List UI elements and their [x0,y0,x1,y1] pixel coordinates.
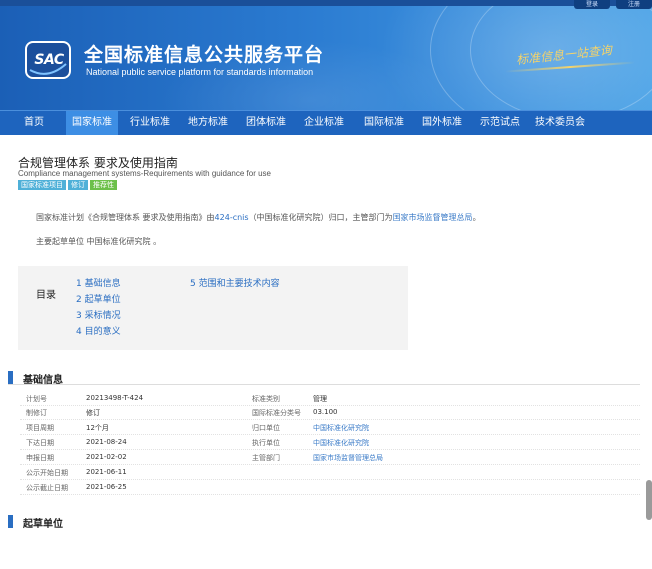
header-banner: 登录 注册 SAC 全国标准信息公共服务平台 National public s… [0,0,652,110]
info-label: 制修订 [26,409,47,417]
desc-text: （中国标准化研究院）归口，主管部门为 [248,213,393,222]
site-title: 全国标准信息公共服务平台 [84,44,325,66]
info-value: 管理 [313,395,327,403]
info-value: 2021-08-24 [86,438,127,446]
tag-national-project: 国家标准项目 [18,180,66,190]
tc-unit-link[interactable]: 中国标准化研究院 [313,423,369,433]
info-row: 项目周期 12个月 归口单位 中国标准化研究院 [20,421,640,435]
info-label: 归口单位 [252,424,280,432]
login-button[interactable]: 登录 [574,0,610,9]
nav-industry-standards[interactable]: 行业标准 [124,111,176,135]
toc-item-drafting-units[interactable]: 2 起草单位 [76,292,121,305]
scrollbar-thumb[interactable] [646,480,652,520]
toc-item-basic-info[interactable]: 1 基础信息 [76,276,121,289]
nav-international-standards[interactable]: 国际标准 [356,111,412,135]
info-value: 12个月 [86,424,109,432]
toc-item-adoption[interactable]: 3 采标情况 [76,308,121,321]
tag-revision: 修订 [68,180,88,190]
department-link[interactable]: 国家市场监督管理总局 [313,453,383,463]
info-label: 主管部门 [252,454,280,462]
toc-label: 目录 [36,290,56,301]
tc-link[interactable]: 424-cnis [215,213,249,222]
site-subtitle: National public service platform for sta… [86,67,314,77]
nav-local-standards[interactable]: 地方标准 [182,111,234,135]
info-label: 申报日期 [26,454,54,462]
info-label: 执行单位 [252,439,280,447]
main-nav: 首页 国家标准 行业标准 地方标准 团体标准 企业标准 国际标准 国外标准 示范… [0,110,652,135]
standard-title-en: Compliance management systems-Requiremen… [18,169,272,178]
nav-demo-pilots[interactable]: 示范试点 [474,111,526,135]
content-area: 合规管理体系 要求及使用指南 Compliance management sys… [0,135,652,569]
info-label: 公示截止日期 [26,484,68,492]
info-row: 计划号 20213498-T-424 标准类别 管理 [20,392,640,406]
info-value: 2021-02-02 [86,453,127,461]
info-row: 申报日期 2021-02-02 主管部门 国家市场监督管理总局 [20,451,640,465]
description-line-2: 主要起草单位 中国标准化研究院 。 [36,237,162,246]
top-strip [0,0,652,6]
info-label: 国际标准分类号 [252,409,301,417]
register-button[interactable]: 注册 [616,0,652,9]
table-of-contents: 目录 1 基础信息 2 起草单位 3 采标情况 4 目的意义 5 范围和主要技术… [18,266,408,350]
nav-group-standards[interactable]: 团体标准 [240,111,292,135]
toc-item-scope[interactable]: 5 范围和主要技术内容 [190,276,280,289]
nav-foreign-standards[interactable]: 国外标准 [416,111,468,135]
info-row: 公示截止日期 2021-06-25 [20,481,640,495]
info-value: 2021-06-11 [86,468,127,476]
info-value: 修订 [86,409,100,417]
info-label: 计划号 [26,395,47,403]
info-label: 标准类别 [252,395,280,403]
info-value: 20213498-T-424 [86,394,144,402]
description-line-1: 国家标准计划《合规管理体系 要求及使用指南》由424-cnis（中国标准化研究院… [36,212,481,223]
info-value: 03.100 [313,408,338,416]
section-accent-bar [8,515,13,528]
toc-item-purpose[interactable]: 4 目的意义 [76,324,121,337]
basic-info-heading: 基础信息 [8,371,640,386]
executing-unit-link[interactable]: 中国标准化研究院 [313,438,369,448]
desc-text: 国家标准计划《合规管理体系 要求及使用指南》由 [36,213,215,222]
info-row: 制修订 修订 国际标准分类号 03.100 [20,406,640,420]
info-label: 下达日期 [26,439,54,447]
tag-recommended: 推荐性 [90,180,117,190]
logo-text: SAC [34,52,64,68]
section-title: 基础信息 [23,375,63,386]
section-title: 起草单位 [23,519,63,530]
info-row: 下达日期 2021-08-24 执行单位 中国标准化研究院 [20,436,640,450]
drafting-units-heading: 起草单位 [8,515,640,530]
nav-national-standards[interactable]: 国家标准 [66,111,118,135]
nav-tech-committees[interactable]: 技术委员会 [530,111,590,135]
nav-home[interactable]: 首页 [14,111,54,135]
info-value: 2021-06-25 [86,483,127,491]
desc-text: 。 [472,213,481,222]
nav-enterprise-standards[interactable]: 企业标准 [298,111,350,135]
tag-list: 国家标准项目 修订 推荐性 [18,180,119,191]
section-accent-bar [8,371,13,384]
department-link[interactable]: 国家市场监督管理总局 [393,213,473,222]
info-label: 公示开始日期 [26,469,68,477]
info-row: 公示开始日期 2021-06-11 [20,466,640,480]
info-label: 项目周期 [26,424,54,432]
